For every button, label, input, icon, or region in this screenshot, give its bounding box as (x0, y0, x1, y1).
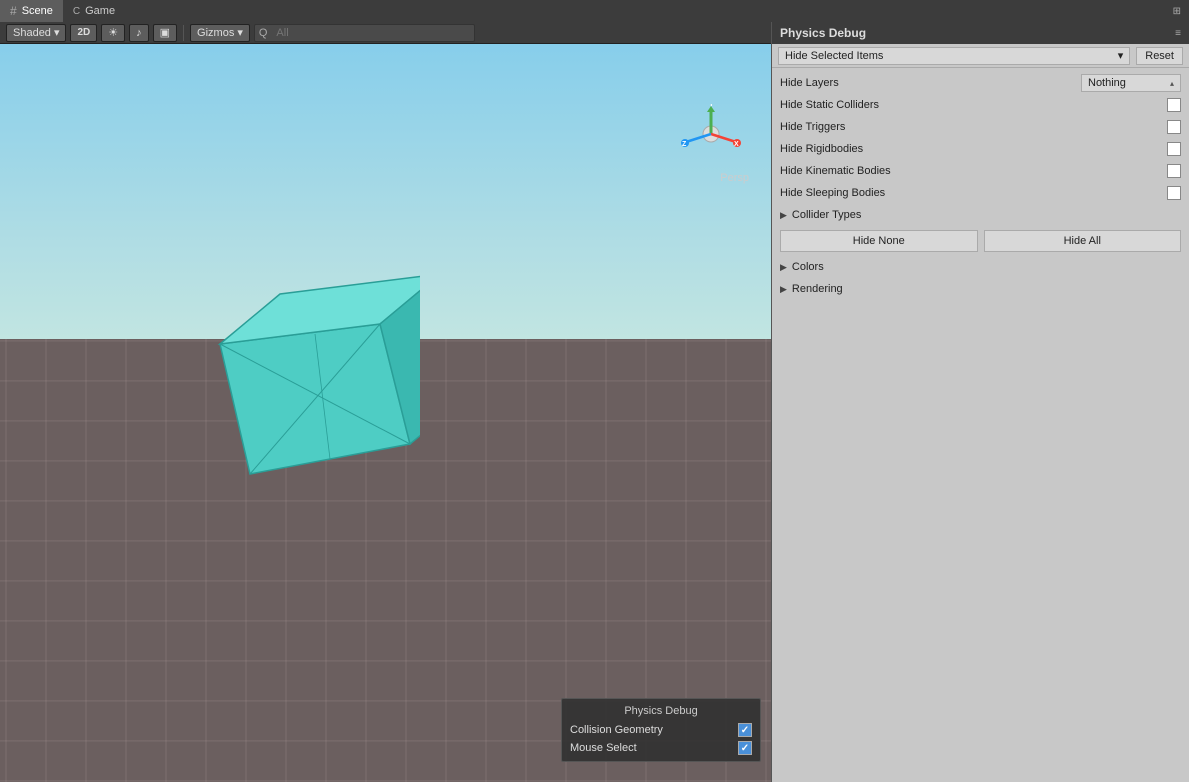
hide-kinematic-bodies-label: Hide Kinematic Bodies (780, 165, 1159, 177)
overlay-title: Physics Debug (562, 703, 760, 721)
panel-subheader: Hide Selected Items ▾ Reset (772, 44, 1189, 68)
image-icon-btn[interactable]: ▣ (153, 24, 177, 42)
hide-selected-dropdown[interactable]: Hide Selected Items ▾ (778, 47, 1130, 65)
panel-menu-button[interactable]: ≡ (1175, 28, 1181, 39)
image-icon: ▣ (160, 26, 170, 39)
physics-debug-overlay: Physics Debug Collision Geometry ✓ Mouse… (561, 698, 761, 762)
overlay-row-collision: Collision Geometry ✓ (562, 721, 760, 739)
hide-layers-row: Hide Layers Nothing ▴ (772, 72, 1189, 94)
collision-geometry-checkmark: ✓ (741, 725, 749, 736)
hide-triggers-row: Hide Triggers (772, 116, 1189, 138)
svg-text:Y: Y (709, 104, 714, 108)
hide-static-colliders-row: Hide Static Colliders (772, 94, 1189, 116)
gizmos-arrow: ▾ (237, 26, 243, 39)
2d-toggle[interactable]: 2D (70, 24, 97, 42)
search-input[interactable] (270, 24, 470, 42)
audio-icon-btn[interactable]: ♪ (129, 24, 149, 42)
panel-title: Physics Debug (780, 26, 866, 40)
right-panel: Physics Debug ≡ Hide Selected Items ▾ Re… (771, 22, 1189, 782)
hide-sleeping-bodies-row: Hide Sleeping Bodies (772, 182, 1189, 204)
collision-geometry-checkbox[interactable]: ✓ (738, 723, 752, 737)
colors-section[interactable]: ▶ Colors (772, 256, 1189, 278)
collision-geometry-label: Collision Geometry (570, 724, 663, 736)
rendering-section[interactable]: ▶ Rendering (772, 278, 1189, 300)
hide-sleeping-bodies-label: Hide Sleeping Bodies (780, 187, 1159, 199)
scene-tab-label: Scene (22, 5, 53, 17)
hide-kinematic-bodies-row: Hide Kinematic Bodies (772, 160, 1189, 182)
hide-kinematic-bodies-checkbox[interactable] (1167, 164, 1181, 178)
audio-icon: ♪ (136, 27, 142, 39)
rendering-arrow: ▶ (780, 284, 787, 295)
shading-label: Shaded (13, 27, 51, 39)
viewport-toolbar: Shaded ▾ 2D ☀ ♪ ▣ Gizmos ▾ Q (0, 22, 771, 44)
hide-layers-dropdown[interactable]: Nothing ▴ (1081, 74, 1181, 92)
hide-selected-arrow: ▾ (1118, 49, 1124, 62)
panel-lock-icon: ⊞ (1173, 6, 1189, 17)
hide-sleeping-bodies-checkbox[interactable] (1167, 186, 1181, 200)
game-tab-icon: C (73, 6, 80, 17)
svg-text:X: X (734, 141, 739, 148)
tab-bar: # Scene C Game ⊞ (0, 0, 1189, 22)
gizmos-label: Gizmos (197, 27, 234, 39)
cube-object (200, 244, 420, 524)
reset-button[interactable]: Reset (1136, 47, 1183, 65)
tab-game[interactable]: C Game (63, 0, 125, 22)
overlay-row-mouse: Mouse Select ✓ (562, 739, 760, 757)
hide-rigidbodies-label: Hide Rigidbodies (780, 143, 1159, 155)
rendering-label: Rendering (792, 283, 843, 295)
panel-content: Hide Layers Nothing ▴ Hide Static Collid… (772, 68, 1189, 782)
hide-rigidbodies-row: Hide Rigidbodies (772, 138, 1189, 160)
main-area: Shaded ▾ 2D ☀ ♪ ▣ Gizmos ▾ Q (0, 22, 1189, 782)
hide-buttons-row: Hide None Hide All (772, 226, 1189, 256)
shading-dropdown[interactable]: Shaded ▾ (6, 24, 66, 42)
panel-header: Physics Debug ≡ (772, 22, 1189, 44)
cube-svg (200, 244, 420, 524)
hide-static-colliders-checkbox[interactable] (1167, 98, 1181, 112)
collider-types-section[interactable]: ▶ Collider Types (772, 204, 1189, 226)
shading-arrow: ▾ (54, 26, 60, 39)
search-icon: Q (259, 27, 268, 39)
toolbar-sep-1 (183, 25, 184, 41)
sun-icon-btn[interactable]: ☀ (101, 24, 125, 42)
hide-triggers-label: Hide Triggers (780, 121, 1159, 133)
collider-types-label: Collider Types (792, 209, 862, 221)
viewport-canvas: Y X Z Persp Physics Debug Collision Geom… (0, 44, 771, 782)
hide-layers-arrow: ▴ (1170, 79, 1174, 88)
mouse-select-label: Mouse Select (570, 742, 637, 754)
gizmo-svg: Y X Z (681, 104, 741, 164)
viewport-area: Shaded ▾ 2D ☀ ♪ ▣ Gizmos ▾ Q (0, 22, 771, 782)
colors-label: Colors (792, 261, 824, 273)
hide-rigidbodies-checkbox[interactable] (1167, 142, 1181, 156)
svg-text:Z: Z (682, 141, 687, 148)
hide-triggers-checkbox[interactable] (1167, 120, 1181, 134)
mouse-select-checkbox[interactable]: ✓ (738, 741, 752, 755)
hide-layers-value: Nothing (1088, 77, 1126, 89)
hide-selected-label: Hide Selected Items (785, 50, 883, 62)
scene-tab-icon: # (10, 4, 17, 18)
2d-label: 2D (77, 27, 90, 38)
hide-static-colliders-label: Hide Static Colliders (780, 99, 1159, 111)
gizmos-dropdown[interactable]: Gizmos ▾ (190, 24, 250, 42)
hide-layers-label: Hide Layers (780, 77, 1073, 89)
sun-icon: ☀ (108, 26, 118, 39)
game-tab-label: Game (85, 5, 115, 17)
scene-gizmo[interactable]: Y X Z (681, 104, 741, 164)
perspective-label: Persp (720, 172, 749, 184)
collider-types-arrow: ▶ (780, 210, 787, 221)
colors-arrow: ▶ (780, 262, 787, 273)
mouse-select-checkmark: ✓ (741, 743, 749, 754)
hide-all-button[interactable]: Hide All (984, 230, 1182, 252)
hide-none-button[interactable]: Hide None (780, 230, 978, 252)
search-bar: Q (254, 24, 476, 42)
tab-scene[interactable]: # Scene (0, 0, 63, 22)
